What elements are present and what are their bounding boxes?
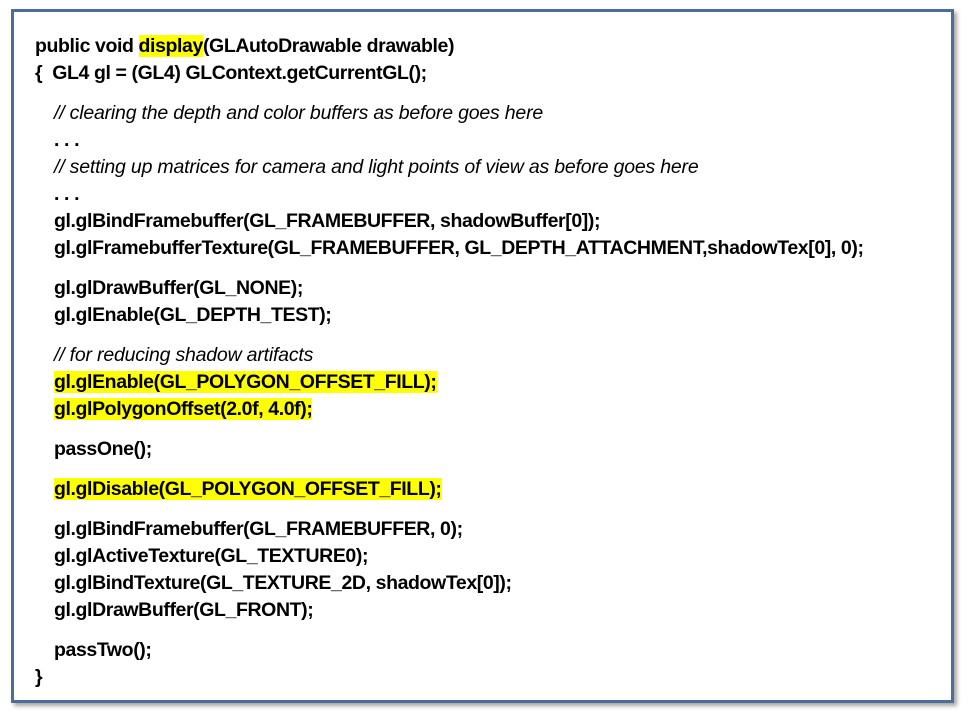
code-line-bind-framebuffer: gl.glBindFramebuffer(GL_FRAMEBUFFER, sha… (54, 210, 601, 232)
highlighted-method-name: display (138, 35, 203, 57)
code-line-enable-offset: gl.glEnable(GL_POLYGON_OFFSET_FILL); (54, 370, 437, 394)
method-signature: public void display(GLAutoDrawable drawa… (35, 34, 454, 58)
code-line-bind-texture: gl.glBindTexture(GL_TEXTURE_2D, shadowTe… (54, 572, 512, 594)
comment-line-matrices: // setting up matrices for camera and li… (54, 156, 699, 178)
code-line-pass-one: passOne(); (54, 438, 152, 460)
code-line-bind-framebuffer-0: gl.glBindFramebuffer(GL_FRAMEBUFFER, 0); (54, 518, 463, 540)
signature-prefix: public void (35, 35, 139, 57)
code-line-pass-two: passTwo(); (54, 639, 152, 661)
code-line-active-texture: gl.glActiveTexture(GL_TEXTURE0); (54, 545, 369, 567)
code-line-disable-offset: gl.glDisable(GL_POLYGON_OFFSET_FILL); (54, 477, 442, 501)
highlighted-disable-offset: gl.glDisable(GL_POLYGON_OFFSET_FILL); (54, 478, 442, 500)
code-line-draw-buffer-front: gl.glDrawBuffer(GL_FRONT); (54, 599, 314, 621)
highlighted-enable-offset: gl.glEnable(GL_POLYGON_OFFSET_FILL); (54, 371, 437, 393)
code-line-close: } (35, 666, 43, 688)
highlighted-polygon-offset: gl.glPolygonOffset(2.0f, 4.0f); (54, 398, 313, 420)
comment-line-artifacts: // for reducing shadow artifacts (54, 344, 314, 366)
code-line-open: { GL4 gl = (GL4) GLContext.getCurrentGL(… (35, 62, 427, 84)
code-line-framebuffer-texture: gl.glFramebufferTexture(GL_FRAMEBUFFER, … (54, 237, 864, 259)
comment-line-clear: // clearing the depth and color buffers … (54, 102, 544, 124)
code-line-enable-depth: gl.glEnable(GL_DEPTH_TEST); (54, 304, 332, 326)
code-line-draw-buffer-none: gl.glDrawBuffer(GL_NONE); (54, 277, 303, 299)
code-line-polygon-offset: gl.glPolygonOffset(2.0f, 4.0f); (54, 397, 313, 421)
signature-suffix: (GLAutoDrawable drawable) (202, 35, 455, 57)
ellipsis-line-1: . . . (54, 129, 80, 151)
ellipsis-line-2: . . . (54, 183, 80, 205)
